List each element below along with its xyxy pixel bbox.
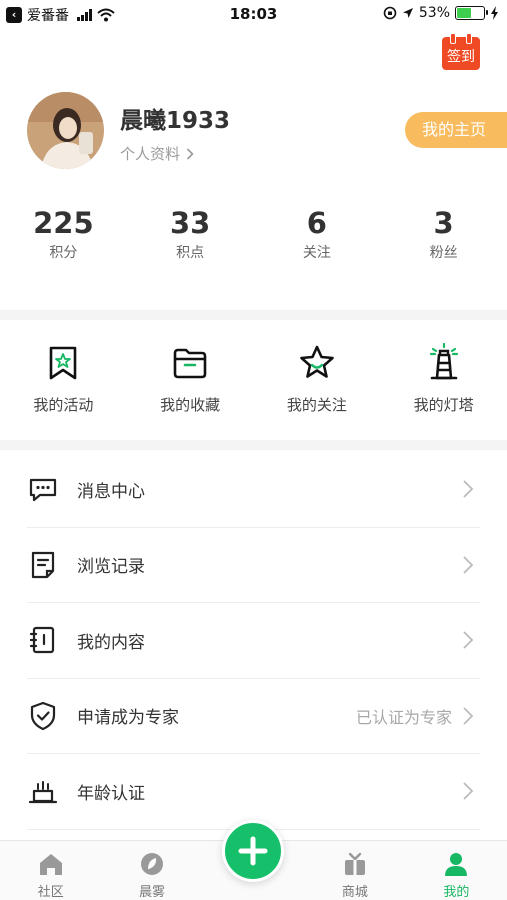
stat-label: 关注 (302, 245, 331, 261)
avatar[interactable] (27, 92, 104, 169)
tab-label: 晨雾 (139, 885, 166, 900)
stat-value: 225 (33, 206, 94, 240)
avatar-photo (27, 92, 104, 169)
stats-row: 225 积分 33 积点 6 关注 3 粉丝 (0, 205, 507, 262)
stat-followers[interactable]: 3 粉丝 (380, 205, 507, 262)
shield-check-icon (30, 701, 56, 730)
bookmark-star-icon (50, 346, 77, 380)
menu-label: 年龄认证 (77, 783, 145, 804)
tab-label: 我的 (443, 885, 470, 900)
chevron-right-icon (463, 782, 474, 800)
quick-label: 我的关注 (286, 396, 347, 414)
battery-percent: 53% (418, 5, 450, 21)
quick-my-follows[interactable]: 我的关注 (254, 343, 381, 415)
stat-points[interactable]: 225 积分 (0, 205, 127, 262)
chevron-right-icon (463, 556, 474, 574)
menu-message-center[interactable]: 消息中心 (27, 452, 480, 528)
orientation-lock-icon (383, 6, 397, 20)
quick-label: 我的灯塔 (413, 396, 474, 414)
tab-label: 商城 (341, 885, 368, 900)
cake-icon (28, 781, 58, 804)
stat-label: 积分 (49, 245, 78, 261)
tab-chenwu[interactable]: 晨雾 (101, 841, 202, 900)
quick-label: 我的活动 (33, 396, 94, 414)
stat-credits[interactable]: 33 积点 (127, 205, 254, 262)
profile-link-label: 个人资料 (120, 145, 181, 163)
folder-icon (173, 348, 207, 379)
status-bar: ‹ 爱番番 18:03 53% (0, 0, 507, 28)
publish-plus-button[interactable] (222, 820, 284, 882)
chevron-right-icon (463, 631, 474, 649)
menu-list: 消息中心 浏览记录 我的内容 申请成为专家 已认证为专家 年龄认证 (27, 452, 480, 830)
menu-apply-expert[interactable]: 申请成为专家 已认证为专家 (27, 679, 480, 754)
quick-my-lighthouse[interactable]: 我的灯塔 (380, 343, 507, 415)
chevron-right-icon (186, 147, 194, 160)
menu-label: 消息中心 (77, 481, 145, 502)
quick-label: 我的收藏 (160, 396, 221, 414)
lighthouse-icon (429, 343, 458, 380)
battery-icon (455, 6, 488, 20)
home-icon (39, 854, 62, 875)
menu-my-content[interactable]: 我的内容 (27, 603, 480, 679)
tab-mine[interactable]: 我的 (406, 841, 507, 900)
username: 晨曦1933 (120, 108, 231, 134)
tab-label: 社区 (37, 885, 64, 900)
menu-label: 我的内容 (77, 632, 145, 653)
quick-my-activities[interactable]: 我的活动 (0, 343, 127, 415)
stat-value: 3 (433, 206, 454, 240)
expert-status: 已认证为专家 (355, 707, 452, 727)
section-divider (0, 310, 507, 320)
menu-label: 浏览记录 (77, 557, 145, 578)
quick-actions: 我的活动 我的收藏 我的关注 我的灯塔 (0, 343, 507, 415)
menu-label: 申请成为专家 (77, 708, 179, 729)
leaf-icon (141, 853, 164, 875)
stat-label: 积点 (176, 245, 205, 261)
signin-label: 签到 (447, 49, 475, 65)
tab-community[interactable]: 社区 (0, 841, 101, 900)
chevron-right-icon (463, 480, 474, 498)
charging-icon (491, 6, 498, 20)
my-homepage-button[interactable]: 我的主页 (405, 112, 507, 148)
tab-mall[interactable]: 商城 (304, 841, 405, 900)
stat-label: 粉丝 (429, 245, 458, 261)
plus-icon (238, 836, 268, 866)
battery-level (457, 8, 471, 18)
document-icon (31, 551, 55, 578)
message-icon (29, 479, 57, 502)
status-right: 53% (383, 5, 499, 21)
menu-browse-history[interactable]: 浏览记录 (27, 528, 480, 603)
location-icon (402, 8, 413, 18)
signin-button[interactable]: 签到 (442, 33, 480, 70)
quick-my-favorites[interactable]: 我的收藏 (127, 343, 254, 415)
menu-age-verification[interactable]: 年龄认证 (27, 754, 480, 830)
star-smile-icon (300, 345, 334, 378)
user-icon (445, 853, 468, 876)
stat-value: 33 (169, 206, 211, 240)
section-divider (0, 440, 507, 450)
chevron-right-icon (463, 707, 474, 725)
notebook-icon (29, 627, 55, 654)
gift-icon (344, 852, 365, 875)
stat-value: 6 (306, 206, 327, 240)
profile-link[interactable]: 个人资料 (120, 143, 194, 164)
stat-following[interactable]: 6 关注 (254, 205, 381, 262)
